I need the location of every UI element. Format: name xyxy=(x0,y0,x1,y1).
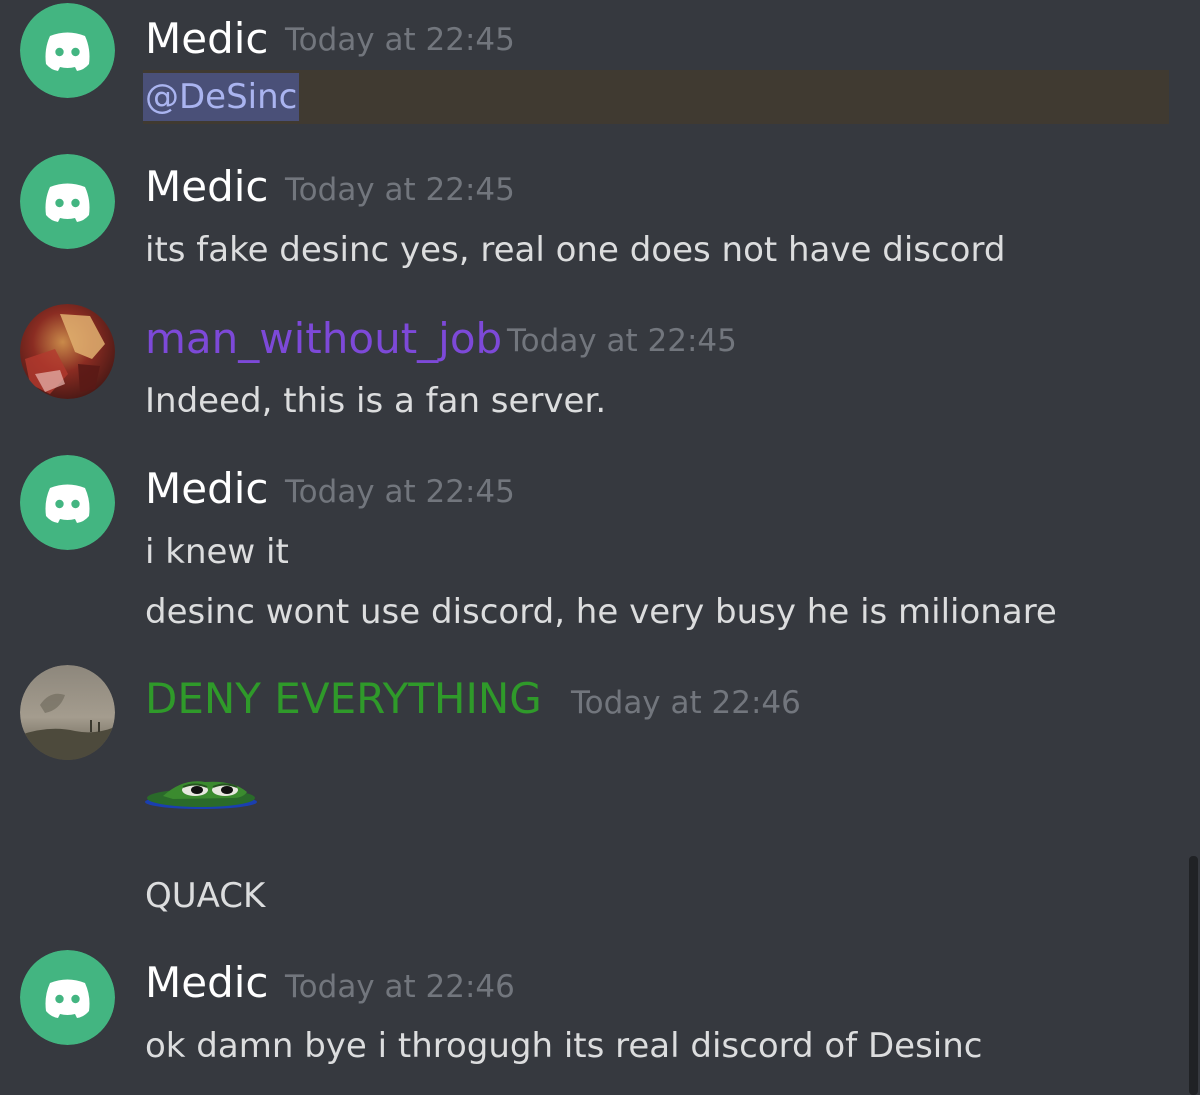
discord-logo-icon[interactable] xyxy=(20,455,115,550)
message-text: its fake desinc yes, real one does not h… xyxy=(145,230,1006,270)
message-timestamp: Today at 22:45 xyxy=(285,474,515,510)
message-text: Indeed, this is a fan server. xyxy=(145,381,607,421)
discord-logo-icon[interactable] xyxy=(20,154,115,249)
landscape-photo-avatar[interactable] xyxy=(20,665,115,760)
message-text: QUACK xyxy=(145,876,266,916)
message-group: man_without_job Today at 22:45 Indeed, t… xyxy=(0,300,1185,430)
pepe-frog-emoji[interactable] xyxy=(143,772,259,812)
message-author[interactable]: Medic xyxy=(145,464,269,514)
anime-character-avatar[interactable] xyxy=(20,304,115,399)
message-text: desinc wont use discord, he very busy he… xyxy=(145,592,1057,632)
message-author[interactable]: Medic xyxy=(145,958,269,1008)
message-timestamp: Today at 22:45 xyxy=(507,323,737,359)
message-author[interactable]: Medic xyxy=(145,14,269,64)
message-timestamp: Today at 22:45 xyxy=(285,172,515,208)
user-mention[interactable]: @DeSinc xyxy=(143,73,300,121)
message-group: Medic Today at 22:45 i knew it desinc wo… xyxy=(0,450,1185,640)
message-group: Medic Today at 22:45 @DeSinc xyxy=(0,0,1185,130)
message-author[interactable]: DENY EVERYTHING xyxy=(145,674,542,724)
message-timestamp: Today at 22:46 xyxy=(285,969,515,1005)
chat-message-list: Medic Today at 22:45 @DeSinc Medic Today… xyxy=(0,0,1200,1095)
message-timestamp: Today at 22:46 xyxy=(571,685,801,721)
message-text: ok damn bye i throgugh its real discord … xyxy=(145,1026,983,1066)
discord-logo-icon[interactable] xyxy=(20,950,115,1045)
message-author[interactable]: Medic xyxy=(145,162,269,212)
message-group: Medic Today at 22:46 ok damn bye i throg… xyxy=(0,945,1185,1085)
message-timestamp: Today at 22:45 xyxy=(285,22,515,58)
message-author[interactable]: man_without_job xyxy=(145,314,502,364)
message-text: i knew it xyxy=(145,532,289,572)
message-group: Medic Today at 22:45 its fake desinc yes… xyxy=(0,150,1185,280)
scrollbar-thumb[interactable] xyxy=(1189,856,1198,1095)
discord-logo-icon[interactable] xyxy=(20,3,115,98)
